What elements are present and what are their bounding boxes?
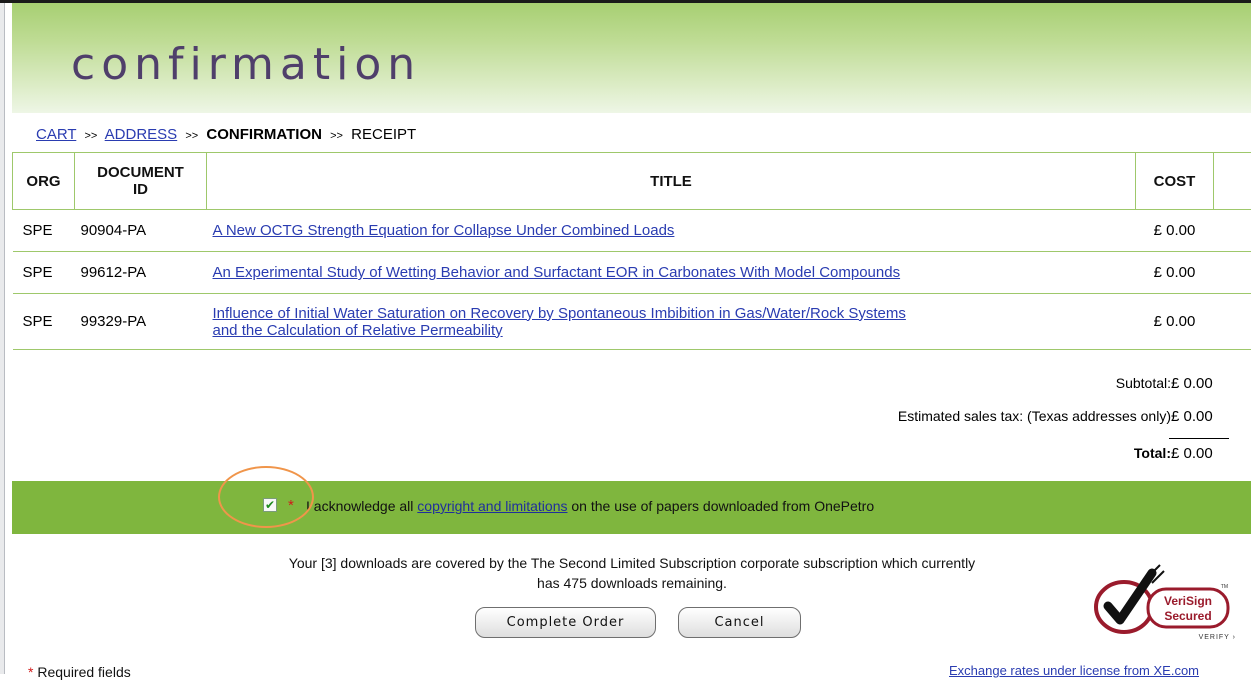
- cell-cost: £ 0.00: [1136, 252, 1214, 294]
- breadcrumb-receipt-step: RECEIPT: [351, 126, 416, 143]
- tax-label: Estimated sales tax: (Texas addresses on…: [898, 408, 1171, 424]
- breadcrumb-cart-link[interactable]: CART: [36, 126, 76, 143]
- breadcrumb-address-link[interactable]: ADDRESS: [105, 126, 178, 143]
- tax-row: Estimated sales tax: (Texas addresses on…: [12, 408, 1251, 432]
- breadcrumb-separator: >>: [84, 130, 97, 142]
- acknowledge-text-after: on the use of papers downloaded from One…: [571, 498, 874, 514]
- cell-spacer: [1214, 210, 1251, 252]
- complete-order-button[interactable]: Complete Order: [475, 607, 656, 638]
- checkout-page: confirmation CART >> ADDRESS >> CONFIRMA…: [12, 3, 1251, 674]
- cell-document-id: 90904-PA: [75, 210, 207, 252]
- document-title-line2: and the Calculation of Relative Permeabi…: [213, 322, 503, 339]
- document-title-line1: Influence of Initial Water Saturation on…: [213, 305, 906, 322]
- cell-org: SPE: [13, 294, 75, 350]
- table-row: SPE 99329-PA Influence of Initial Water …: [13, 294, 1251, 350]
- cell-org: SPE: [13, 252, 75, 294]
- header-document-id-line1: DOCUMENT: [97, 164, 184, 181]
- order-table: ORG DOCUMENT ID TITLE COST SPE 90904-PA …: [12, 152, 1251, 350]
- total-row: Total: £ 0.00: [12, 445, 1251, 469]
- verisign-line1: VeriSign: [1164, 594, 1212, 608]
- exchange-rates-link[interactable]: Exchange rates under license from XE.com: [949, 663, 1199, 678]
- header-title: TITLE: [207, 153, 1136, 210]
- cell-cost: £ 0.00: [1136, 210, 1214, 252]
- cell-document-id: 99329-PA: [75, 294, 207, 350]
- acknowledge-bar: ✔ * I acknowledge all copyright and limi…: [12, 481, 1251, 534]
- cell-cost: £ 0.00: [1136, 294, 1214, 350]
- cell-org: SPE: [13, 210, 75, 252]
- verify-link: VERIFY ›: [1199, 634, 1236, 641]
- breadcrumb-current-step: CONFIRMATION: [206, 126, 322, 143]
- verisign-trademark: TM: [1221, 584, 1228, 590]
- header-spacer: [1214, 153, 1251, 210]
- header-cost: COST: [1136, 153, 1214, 210]
- cancel-button[interactable]: Cancel: [678, 607, 801, 638]
- cell-title: An Experimental Study of Wetting Behavio…: [207, 252, 1136, 294]
- header-document-id-line2: ID: [133, 181, 148, 198]
- cell-spacer: [1214, 252, 1251, 294]
- copyright-limitations-link[interactable]: copyright and limitations: [417, 498, 567, 514]
- table-row: SPE 90904-PA A New OCTG Strength Equatio…: [13, 210, 1251, 252]
- subtotal-value: £ 0.00: [1171, 375, 1221, 392]
- subtotal-row: Subtotal: £ 0.00: [12, 375, 1251, 399]
- document-title-link[interactable]: A New OCTG Strength Equation for Collaps…: [213, 222, 675, 239]
- subtotal-label: Subtotal:: [1116, 375, 1171, 391]
- cell-title: A New OCTG Strength Equation for Collaps…: [207, 210, 1136, 252]
- subscription-notice: Your [3] downloads are covered by the Th…: [192, 553, 1072, 593]
- table-row: SPE 99612-PA An Experimental Study of We…: [13, 252, 1251, 294]
- subscription-notice-line2: has 475 downloads remaining.: [192, 573, 1072, 593]
- verisign-line2: Secured: [1164, 609, 1211, 623]
- order-totals: Subtotal: £ 0.00 Estimated sales tax: (T…: [12, 371, 1251, 476]
- cell-document-id: 99612-PA: [75, 252, 207, 294]
- frame-left-border: [0, 3, 5, 674]
- breadcrumb: CART >> ADDRESS >> CONFIRMATION >> RECEI…: [36, 126, 416, 143]
- page-header: confirmation: [12, 3, 1251, 113]
- required-marker: *: [28, 664, 33, 680]
- breadcrumb-separator: >>: [185, 130, 198, 142]
- page-title: confirmation: [71, 39, 421, 90]
- document-title-link[interactable]: Influence of Initial Water Saturation on…: [213, 305, 906, 339]
- total-label: Total:: [1134, 445, 1171, 461]
- subscription-notice-line1: Your [3] downloads are covered by the Th…: [192, 553, 1072, 573]
- header-org: ORG: [13, 153, 75, 210]
- table-header-row: ORG DOCUMENT ID TITLE COST: [13, 153, 1251, 210]
- cell-spacer: [1214, 294, 1251, 350]
- tax-value: £ 0.00: [1171, 408, 1221, 425]
- document-title-link[interactable]: An Experimental Study of Wetting Behavio…: [213, 264, 901, 281]
- required-fields-text: Required fields: [37, 664, 130, 680]
- acknowledge-text-before: I acknowledge all: [306, 498, 413, 514]
- required-fields-note: * Required fields: [28, 664, 131, 680]
- totals-divider: [1169, 438, 1229, 439]
- cell-title: Influence of Initial Water Saturation on…: [207, 294, 1136, 350]
- acknowledge-text: I acknowledge all copyright and limitati…: [306, 498, 874, 514]
- breadcrumb-separator: >>: [330, 130, 343, 142]
- total-value: £ 0.00: [1171, 445, 1221, 462]
- verisign-seal[interactable]: VeriSign Secured TM VERIFY ›: [1088, 559, 1238, 641]
- checkbox-highlight-ring: [218, 466, 314, 528]
- header-document-id: DOCUMENT ID: [75, 153, 207, 210]
